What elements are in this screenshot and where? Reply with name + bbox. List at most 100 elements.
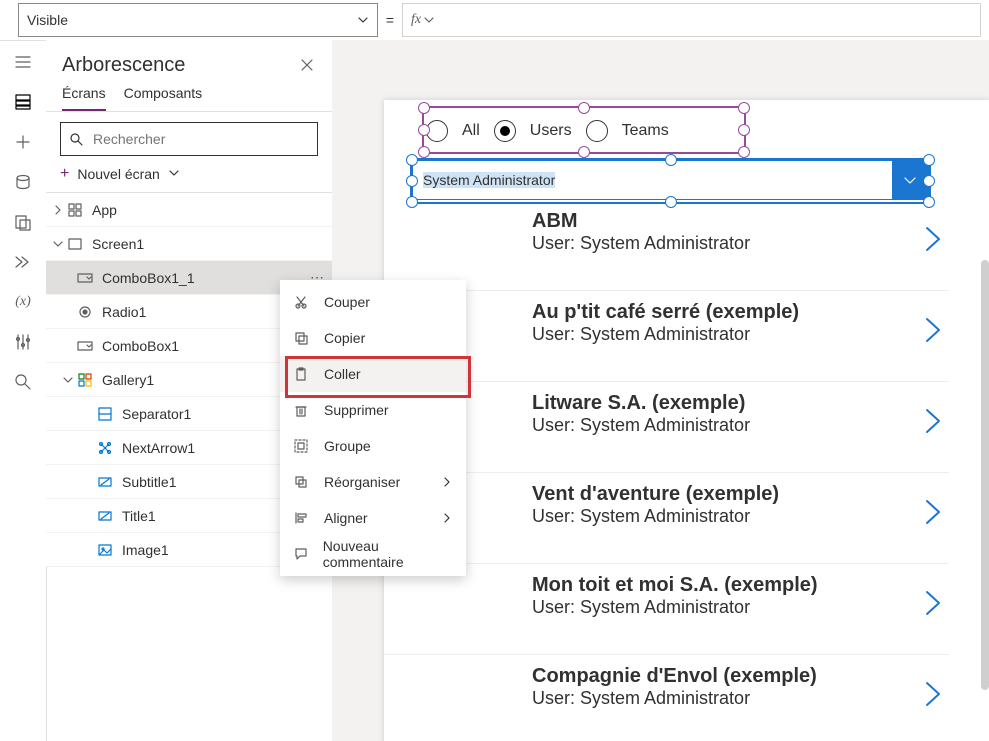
- separator-icon: [96, 407, 114, 421]
- chevron-right-icon: [442, 510, 452, 526]
- gallery-item[interactable]: ABM User: System Administrator: [384, 200, 949, 291]
- combobox-icon: [76, 340, 94, 352]
- chevron-right-icon[interactable]: [923, 497, 945, 530]
- gallery-item-subtitle: User: System Administrator: [532, 233, 905, 254]
- gallery-item-title: Litware S.A. (exemple): [532, 392, 905, 415]
- ctx-label: Copier: [324, 330, 365, 346]
- tree-app[interactable]: App: [46, 193, 332, 227]
- gallery-item[interactable]: Vent d'aventure (exemple) User: System A…: [384, 473, 949, 564]
- gallery-item-title: Au p'tit café serré (exemple): [532, 301, 905, 324]
- ctx-comment[interactable]: Nouveau commentaire: [280, 536, 466, 572]
- delete-icon: [294, 402, 310, 418]
- scrollbar[interactable]: [981, 260, 989, 690]
- reorder-icon: [294, 474, 310, 490]
- hamburger-icon[interactable]: [13, 52, 33, 72]
- chevron-right-icon[interactable]: [923, 315, 945, 348]
- chevron-down-icon[interactable]: [60, 375, 76, 385]
- combobox-toggle[interactable]: [892, 161, 928, 199]
- ctx-label: Coller: [324, 366, 361, 382]
- chevron-right-icon[interactable]: [923, 588, 945, 621]
- power-automate-icon[interactable]: [13, 252, 33, 272]
- cut-icon: [294, 294, 310, 310]
- arrow-icon: [96, 441, 114, 455]
- data-icon[interactable]: [13, 172, 33, 192]
- radio-all-label: All: [462, 122, 480, 140]
- ctx-label: Nouveau commentaire: [323, 538, 452, 570]
- copy-icon: [294, 330, 310, 346]
- radio-group[interactable]: All Users Teams: [426, 112, 736, 150]
- radio-all[interactable]: [426, 120, 448, 142]
- formula-input[interactable]: fx: [402, 3, 981, 37]
- gallery-item-subtitle: User: System Administrator: [532, 506, 905, 527]
- tree-item-label: App: [92, 202, 117, 218]
- ctx-group[interactable]: Groupe: [280, 428, 466, 464]
- gallery-item-title: Vent d'aventure (exemple): [532, 483, 905, 506]
- screen-canvas: All Users Teams System Administrator: [384, 100, 989, 741]
- gallery-item[interactable]: Au p'tit café serré (exemple) User: Syst…: [384, 291, 949, 382]
- gallery-item[interactable]: Litware S.A. (exemple) User: System Admi…: [384, 382, 949, 473]
- plus-icon: +: [60, 165, 69, 183]
- gallery-item-subtitle: User: System Administrator: [532, 324, 905, 345]
- equals-label: =: [378, 12, 402, 28]
- search-icon[interactable]: [13, 372, 33, 392]
- combobox-value: System Administrator: [413, 172, 892, 188]
- tree-item-label: NextArrow1: [122, 440, 195, 456]
- chevron-right-icon[interactable]: [923, 224, 945, 257]
- radio-users[interactable]: [494, 120, 516, 142]
- left-rail: (x): [0, 40, 47, 741]
- radio-icon: [76, 305, 94, 319]
- chevron-right-icon[interactable]: [923, 406, 945, 439]
- ctx-delete[interactable]: Supprimer: [280, 392, 466, 428]
- new-screen-button[interactable]: + Nouvel écran: [46, 156, 332, 193]
- settings-icon[interactable]: [13, 332, 33, 352]
- chevron-down-icon[interactable]: [50, 239, 66, 249]
- chevron-right-icon[interactable]: [50, 205, 66, 215]
- tab-components[interactable]: Composants: [124, 85, 203, 111]
- ctx-label: Aligner: [324, 510, 368, 526]
- gallery-item-subtitle: User: System Administrator: [532, 688, 905, 709]
- insert-icon[interactable]: [13, 132, 33, 152]
- ctx-reorder[interactable]: Réorganiser: [280, 464, 466, 500]
- tree-item-label: ComboBox1: [102, 338, 179, 354]
- chevron-right-icon: [442, 474, 452, 490]
- tree-item-label: Radio1: [102, 304, 146, 320]
- app-icon: [66, 203, 84, 217]
- close-icon[interactable]: [300, 58, 316, 74]
- chevron-down-icon: [423, 14, 435, 26]
- chevron-down-icon: [357, 13, 369, 29]
- gallery-item-title: Mon toit et moi S.A. (exemple): [532, 574, 905, 597]
- tree-search[interactable]: [60, 122, 318, 156]
- tree-view-icon[interactable]: [13, 92, 33, 112]
- tree-title: Arborescence: [62, 54, 185, 77]
- ctx-align[interactable]: Aligner: [280, 500, 466, 536]
- tab-screens[interactable]: Écrans: [62, 85, 106, 111]
- radio-teams-label: Teams: [622, 122, 669, 140]
- ctx-paste[interactable]: Coller: [280, 356, 466, 392]
- property-dropdown-value: Visible: [27, 12, 68, 28]
- context-menu: Couper Copier Coller Supprimer Groupe Ré…: [280, 280, 466, 576]
- media-icon[interactable]: [13, 212, 33, 232]
- chevron-down-icon: [168, 166, 180, 182]
- gallery-item[interactable]: Compagnie d'Envol (exemple) User: System…: [384, 655, 949, 741]
- ctx-cut[interactable]: Couper: [280, 284, 466, 320]
- tree-search-input[interactable]: [91, 130, 309, 148]
- radio-teams[interactable]: [586, 120, 608, 142]
- combobox[interactable]: System Administrator: [412, 160, 929, 200]
- formula-bar: Visible = fx: [0, 0, 989, 41]
- fx-label: fx: [411, 12, 421, 28]
- new-screen-label: Nouvel écran: [77, 166, 160, 182]
- tree-screen1[interactable]: Screen1: [46, 227, 332, 261]
- variables-icon[interactable]: (x): [13, 292, 33, 312]
- gallery-item-title: Compagnie d'Envol (exemple): [532, 665, 905, 688]
- image-icon: [96, 543, 114, 557]
- screen-icon: [66, 237, 84, 251]
- property-dropdown[interactable]: Visible: [18, 3, 378, 37]
- gallery[interactable]: ABM User: System Administrator Au p'tit …: [384, 200, 949, 741]
- gallery-item-subtitle: User: System Administrator: [532, 597, 905, 618]
- gallery-item[interactable]: Mon toit et moi S.A. (exemple) User: Sys…: [384, 564, 949, 655]
- paste-icon: [294, 366, 310, 382]
- chevron-right-icon[interactable]: [923, 679, 945, 712]
- tree-item-label: Gallery1: [102, 372, 154, 388]
- ctx-label: Réorganiser: [324, 474, 400, 490]
- ctx-copy[interactable]: Copier: [280, 320, 466, 356]
